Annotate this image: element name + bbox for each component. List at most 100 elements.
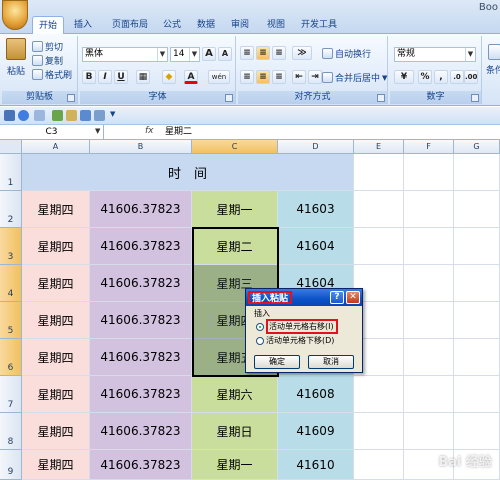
row-header-1[interactable]: 1 <box>0 154 22 191</box>
cell-a[interactable]: 星期四 <box>22 228 90 265</box>
column-header-d[interactable]: D <box>278 140 354 154</box>
cell[interactable] <box>454 265 500 302</box>
tab-review[interactable]: 审阅 <box>226 16 254 34</box>
cell[interactable] <box>454 376 500 413</box>
italic-button[interactable]: I <box>98 70 112 84</box>
insert-function-icon[interactable]: fx <box>145 126 154 136</box>
email-icon[interactable] <box>66 110 77 121</box>
cell-c[interactable]: 星期日 <box>192 413 278 450</box>
decrease-decimal-button[interactable]: .00 <box>464 70 478 84</box>
cell-a[interactable]: 星期四 <box>22 265 90 302</box>
align-left-button[interactable]: ≡ <box>240 70 254 84</box>
cell-b[interactable]: 41606.37823 <box>90 339 192 376</box>
cell-a[interactable]: 星期四 <box>22 191 90 228</box>
close-button[interactable]: ✕ <box>346 291 360 304</box>
align-center-button[interactable]: ≡ <box>256 70 270 84</box>
column-header-g[interactable]: G <box>454 140 500 154</box>
align-bottom-button[interactable]: ≡ <box>272 46 286 60</box>
cell-c[interactable]: 星期一 <box>192 450 278 480</box>
paste-button[interactable]: 粘贴 <box>6 38 26 77</box>
shift-down-radio[interactable]: 活动单元格下移(D) <box>256 335 334 346</box>
cell-a[interactable]: 星期四 <box>22 450 90 480</box>
row-header-7[interactable]: 7 <box>0 376 22 413</box>
font-size-combo[interactable]: 14 ▼ <box>170 47 200 62</box>
column-header-c[interactable]: C <box>192 140 278 154</box>
comma-button[interactable]: , <box>434 70 448 84</box>
select-all-corner[interactable] <box>0 140 22 154</box>
cut-button[interactable]: 剪切 <box>32 40 63 53</box>
formula-input[interactable]: 星期二 <box>165 125 192 139</box>
cell[interactable] <box>454 154 500 191</box>
cell[interactable] <box>354 450 404 480</box>
row-header-4[interactable]: 4 <box>0 265 22 302</box>
row-header-2[interactable]: 2 <box>0 191 22 228</box>
cell-b[interactable]: 41606.37823 <box>90 228 192 265</box>
cell[interactable] <box>404 376 454 413</box>
tab-insert[interactable]: 插入 <box>68 16 98 34</box>
cell-b[interactable]: 41606.37823 <box>90 413 192 450</box>
orientation-button[interactable]: ≫ <box>292 46 312 60</box>
cell[interactable] <box>354 228 404 265</box>
wrap-text-button[interactable]: 自动换行 <box>322 47 371 60</box>
font-color-button[interactable]: A <box>184 70 198 84</box>
tab-developer[interactable]: 开发工具 <box>298 16 340 34</box>
cell[interactable] <box>454 191 500 228</box>
cell[interactable] <box>354 191 404 228</box>
cell-b[interactable]: 41606.37823 <box>90 265 192 302</box>
name-box[interactable]: C3 <box>0 125 104 139</box>
cell-d[interactable]: 41609 <box>278 413 354 450</box>
chevron-down-icon[interactable]: ▼ <box>95 127 100 135</box>
font-launcher[interactable] <box>225 94 233 102</box>
dialog-title-bar[interactable]: 插入粘贴 ? ✕ <box>246 289 362 306</box>
row-header-8[interactable]: 8 <box>0 413 22 450</box>
shift-right-radio[interactable]: 活动单元格右移(I) <box>256 319 338 334</box>
row-header-3[interactable]: 3 <box>0 228 22 265</box>
cell-d[interactable]: 41608 <box>278 376 354 413</box>
cell[interactable] <box>454 228 500 265</box>
cell-b[interactable]: 41606.37823 <box>90 376 192 413</box>
help-button[interactable]: ? <box>330 291 344 304</box>
format-painter-button[interactable]: 格式刷 <box>32 68 72 81</box>
alignment-launcher[interactable] <box>377 94 385 102</box>
column-header-b[interactable]: B <box>90 140 192 154</box>
percent-button[interactable]: % <box>418 70 432 84</box>
tab-data[interactable]: 数据 <box>192 16 220 34</box>
align-middle-button[interactable]: ≡ <box>256 46 270 60</box>
tab-page-layout[interactable]: 页面布局 <box>104 16 156 34</box>
merge-center-button[interactable]: 合并后居中 ▼ <box>322 71 387 84</box>
tab-view[interactable]: 视图 <box>262 16 290 34</box>
currency-button[interactable]: ¥ <box>394 70 414 84</box>
cell[interactable] <box>454 339 500 376</box>
phonetic-button[interactable]: wén <box>208 70 230 84</box>
undo-icon[interactable] <box>18 110 29 121</box>
cancel-button[interactable]: 取消 <box>308 355 354 369</box>
cell-c[interactable]: 星期二 <box>192 228 278 265</box>
column-header-f[interactable]: F <box>404 140 454 154</box>
save-icon[interactable] <box>4 110 15 121</box>
underline-button[interactable]: U <box>114 70 128 84</box>
cell[interactable] <box>354 154 404 191</box>
column-header-e[interactable]: E <box>354 140 404 154</box>
tab-home[interactable]: 开始 <box>32 16 64 35</box>
cell-a[interactable]: 星期四 <box>22 302 90 339</box>
copy-button[interactable]: 复制 <box>32 54 63 67</box>
cell[interactable] <box>454 413 500 450</box>
decrease-indent-button[interactable]: ⇤ <box>292 70 306 84</box>
increase-indent-button[interactable]: ⇥ <box>308 70 322 84</box>
print-icon[interactable] <box>80 110 91 121</box>
redo-icon[interactable] <box>34 110 45 121</box>
camera-icon[interactable] <box>94 110 105 121</box>
print-preview-icon[interactable] <box>52 110 63 121</box>
cell[interactable] <box>404 339 454 376</box>
tab-formulas[interactable]: 公式 <box>158 16 186 34</box>
clipboard-launcher[interactable] <box>67 94 75 102</box>
increase-decimal-button[interactable]: .0 <box>450 70 464 84</box>
cell-b[interactable]: 41606.37823 <box>90 450 192 480</box>
bold-button[interactable]: B <box>82 70 96 84</box>
border-button[interactable]: ▦ <box>136 70 150 84</box>
conditional-format-button[interactable]: 条件 <box>486 44 500 76</box>
cell[interactable] <box>404 191 454 228</box>
cell[interactable] <box>404 265 454 302</box>
row-header-5[interactable]: 5 <box>0 302 22 339</box>
align-top-button[interactable]: ≡ <box>240 46 254 60</box>
